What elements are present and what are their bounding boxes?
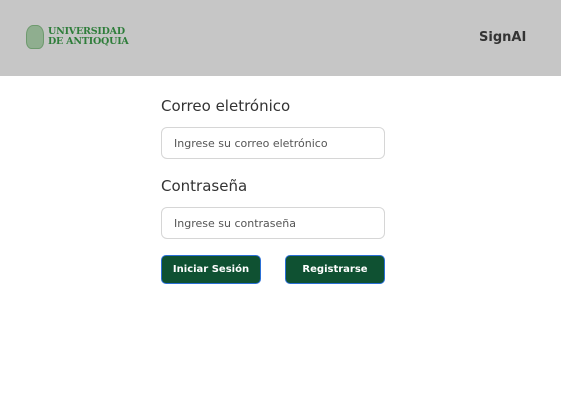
university-seal-icon <box>26 25 44 49</box>
email-label: Correo eletrónico <box>161 97 291 115</box>
register-button[interactable]: Registrarse <box>285 255 385 284</box>
email-input[interactable] <box>161 127 385 159</box>
header: UNIVERSIDAD DE ANTIOQUIA SignAI <box>0 0 561 76</box>
app-brand[interactable]: SignAI <box>479 30 526 45</box>
password-label: Contraseña <box>161 177 248 195</box>
logo-line2: DE ANTIOQUIA <box>48 36 129 47</box>
password-input[interactable] <box>161 207 385 239</box>
university-logo[interactable]: UNIVERSIDAD DE ANTIOQUIA <box>26 25 129 49</box>
login-button[interactable]: Iniciar Sesión <box>161 255 261 284</box>
